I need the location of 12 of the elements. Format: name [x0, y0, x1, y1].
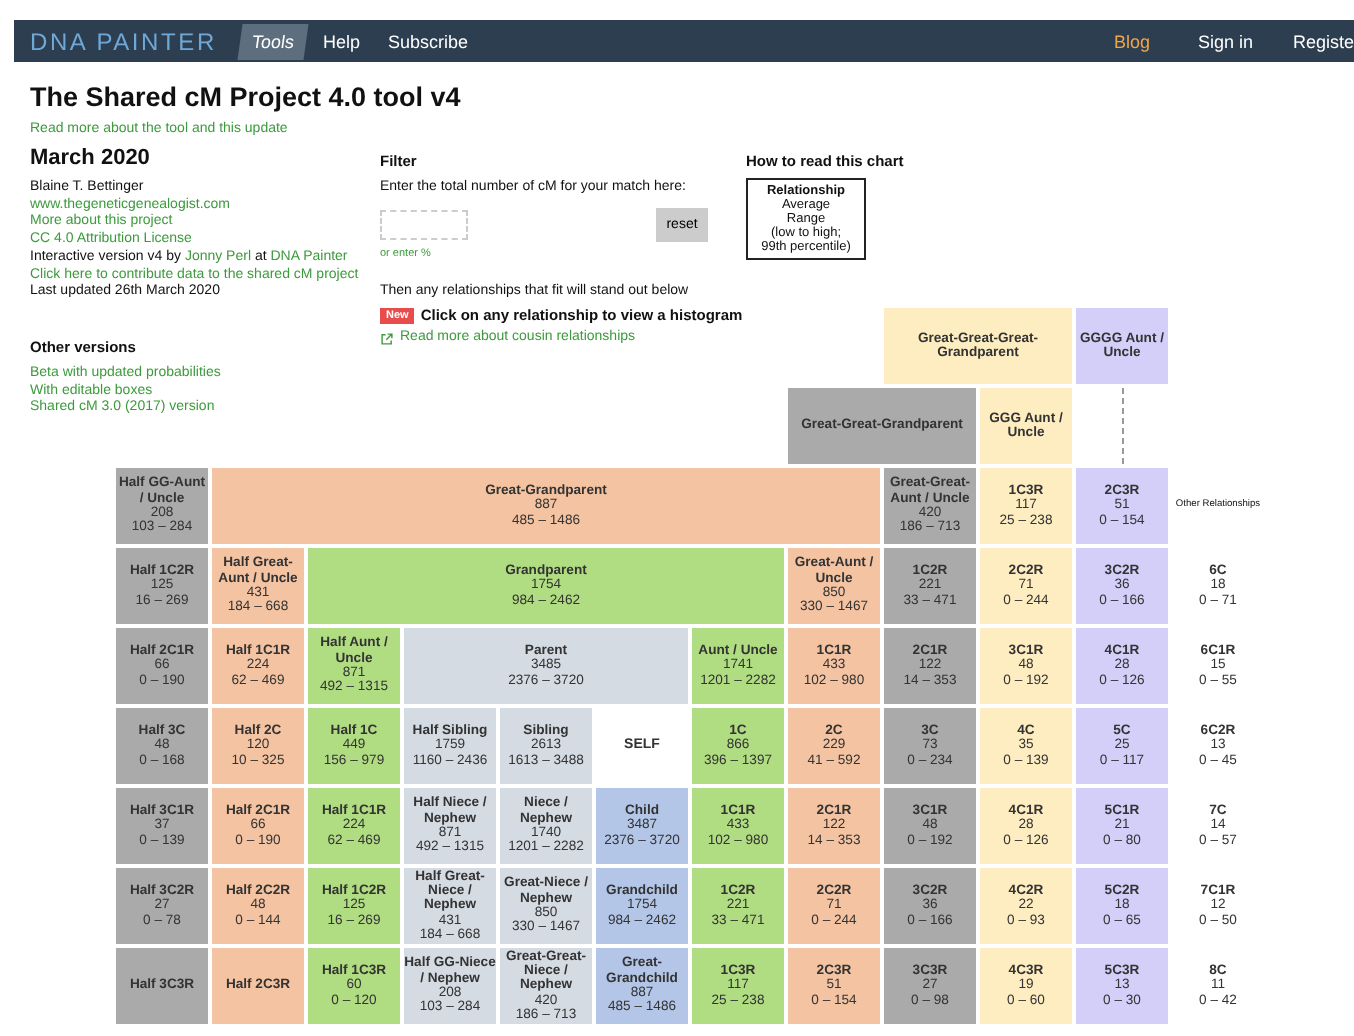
cm-input-field[interactable]	[380, 209, 468, 240]
nav-tab[interactable]: Help	[310, 23, 372, 59]
site-logo[interactable]: DNA PAINTER	[14, 27, 241, 55]
external-link-icon	[380, 332, 394, 347]
nav-tab[interactable]: Tools	[238, 23, 310, 59]
date-heading: March 2020	[30, 146, 152, 170]
nav-link[interactable]: Sign in	[1197, 31, 1253, 51]
page-title: The Shared cM Project 4.0 tool v4	[30, 82, 463, 112]
nav-tab[interactable]: Subscribe	[375, 23, 480, 59]
nav-link[interactable]: Blog	[1113, 31, 1150, 51]
nav-link[interactable]: Registe	[1292, 31, 1354, 51]
dashed-connector	[1121, 388, 1123, 464]
